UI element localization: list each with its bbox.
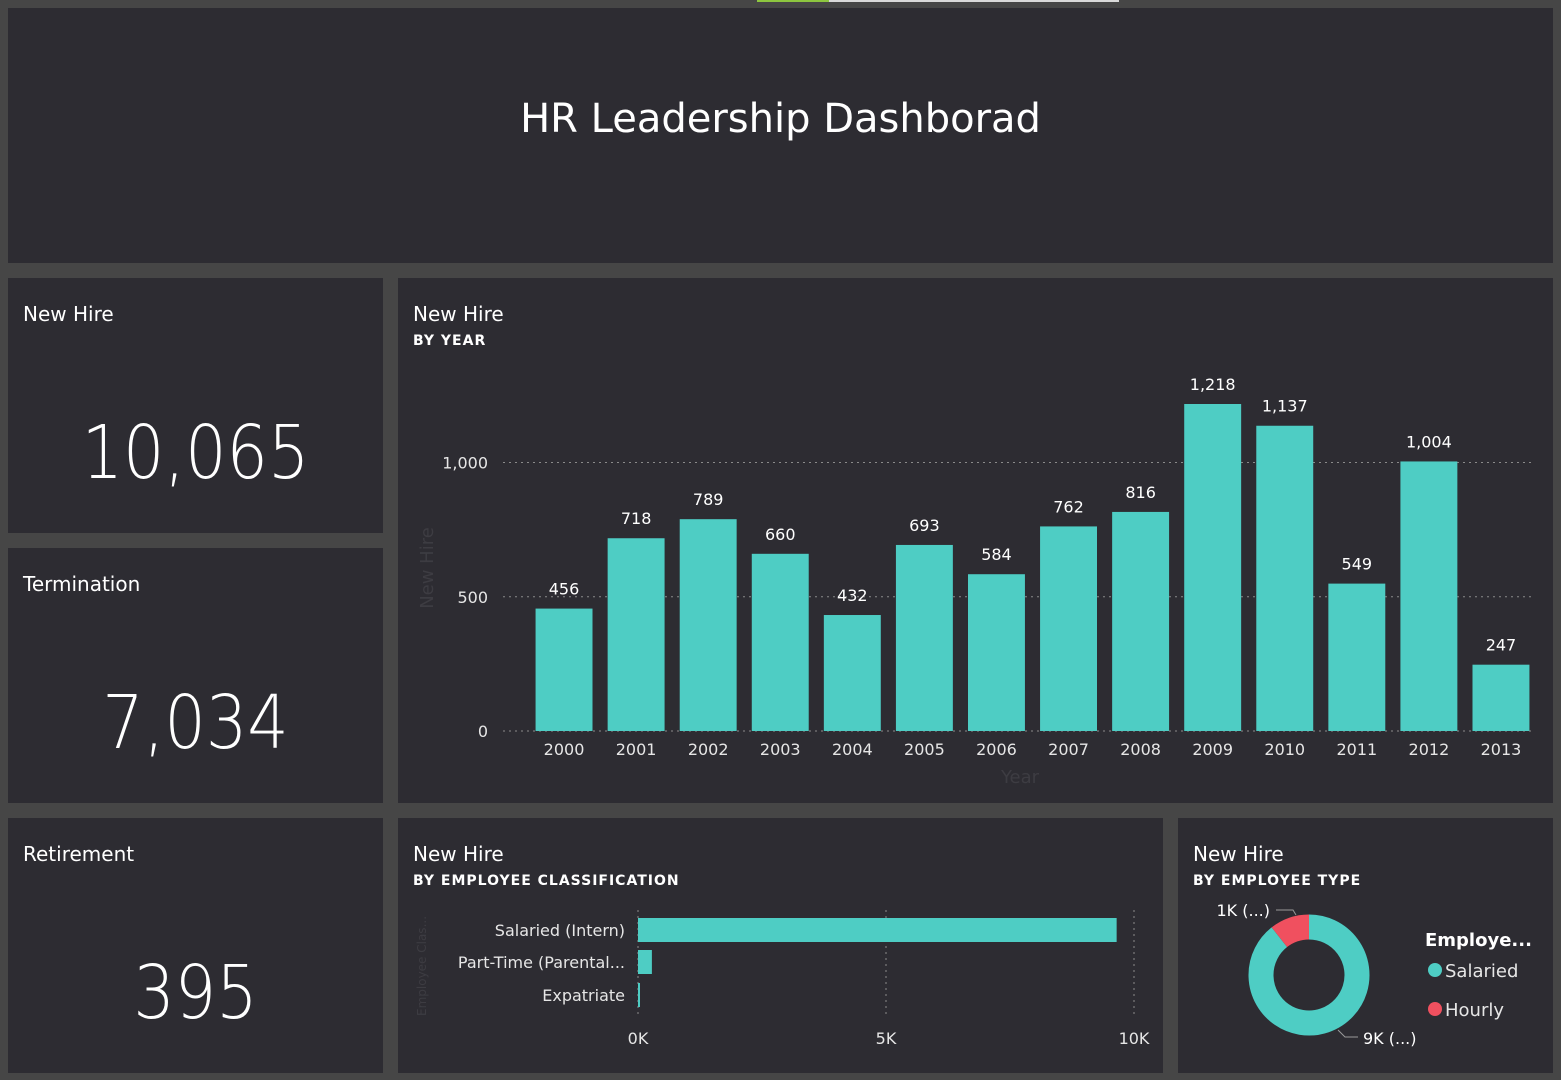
data-label: 456 [549,580,580,599]
year-bar-chart: 0 500 1,000 New Hire Year 456 2000 718 2001 789 20… [417,375,1533,788]
title-tile[interactable]: HR Leadership Dashborad [8,8,1553,263]
bar [895,544,953,731]
donut-slice [1248,914,1370,1036]
kpi-value: 10,065 [81,410,310,496]
x-tick-label: 5K [876,1029,897,1048]
legend-swatch [1428,963,1442,977]
data-label: 816 [1125,483,1156,502]
leader-line [1337,1029,1358,1038]
data-label: 549 [1342,555,1373,574]
bar [967,574,1025,731]
x-tick-label: 2010 [1264,740,1305,759]
x-tick-label: 2004 [832,740,873,759]
chart-tile-by-year[interactable]: New Hire BY YEAR 0 500 1,000 New Hire Year 45… [398,278,1553,803]
bar [823,615,881,731]
bar [638,983,640,1007]
y-axis-title: New Hire [417,527,438,609]
legend-label: Hourly [1445,1000,1504,1021]
category-label: Expatriate [542,986,625,1005]
x-tick-label: 2003 [760,740,801,759]
loading-progress-bar [757,0,1119,2]
employee-type-donut-chart: 1K (...) 9K (...) Employe... Salaried Hourly [1217,901,1532,1048]
kpi-label: New Hire [23,302,114,326]
kpi-label: Termination [23,572,141,596]
chart-tile-by-classification[interactable]: New Hire BY EMPLOYEE CLASSIFICATION 0K 5K… [398,818,1163,1073]
data-label: 718 [621,509,652,528]
bar [1040,526,1098,731]
legend-title: Employe... [1425,930,1532,951]
data-label: 1,004 [1406,432,1452,451]
bar [535,608,593,731]
data-label: 660 [765,525,796,544]
bar [1256,425,1314,731]
kpi-tile-new-hire[interactable]: New Hire 10,065 [8,278,383,533]
data-label: 584 [981,545,1012,564]
kpi-value: 395 [133,950,258,1036]
classification-bar-chart: 0K 5K 10K Employee Clas... Salaried (Intern)… [415,910,1150,1048]
bar [751,553,809,731]
x-axis-title: Year [1000,767,1040,788]
x-tick-label: 2002 [688,740,729,759]
y-axis-title: Employee Clas... [415,916,429,1016]
slice-label: 1K (...) [1217,901,1271,920]
data-label: 762 [1053,497,1084,516]
bar [638,918,1117,942]
x-tick-label: 2008 [1120,740,1161,759]
chart-tile-by-type[interactable]: New Hire BY EMPLOYEE TYPE 1K (...) 9K (..… [1178,818,1553,1073]
data-label: 432 [837,586,868,605]
bar [1112,511,1170,731]
x-tick-label: 2000 [544,740,585,759]
x-tick-label: 2001 [616,740,657,759]
slice-label: 9K (...) [1363,1029,1417,1048]
x-tick-label: 2012 [1409,740,1450,759]
legend-label: Salaried [1445,961,1518,982]
x-tick-label: 2009 [1192,740,1233,759]
bar [1472,664,1530,731]
bar [1400,461,1458,731]
legend-swatch [1428,1002,1442,1016]
bar [679,519,737,731]
x-tick-label: 2005 [904,740,945,759]
category-label: Part-Time (Parental... [458,953,625,972]
kpi-value: 7,034 [102,680,289,766]
y-tick-label: 1,000 [442,454,488,473]
loading-progress-fill [757,0,830,2]
data-label: 1,137 [1262,397,1308,416]
x-tick-label: 2006 [976,740,1017,759]
x-tick-label: 2011 [1336,740,1377,759]
category-label: Salaried (Intern) [495,921,625,940]
kpi-label: Retirement [23,842,135,866]
x-tick-label: 2013 [1481,740,1522,759]
data-label: 789 [693,490,724,509]
x-tick-label: 2007 [1048,740,1089,759]
bar [638,950,652,974]
kpi-tile-termination[interactable]: Termination 7,034 [8,548,383,803]
dashboard-title: HR Leadership Dashborad [520,96,1041,142]
bar [607,538,665,731]
bar [1328,583,1386,731]
data-label: 693 [909,516,940,535]
leader-line [1276,909,1297,916]
bar [1184,404,1242,731]
kpi-tile-retirement[interactable]: Retirement 395 [8,818,383,1073]
y-tick-label: 0 [478,722,488,741]
x-tick-label: 0K [628,1029,649,1048]
y-tick-label: 500 [457,588,488,607]
donut-slice [1271,914,1310,948]
data-label: 1,218 [1190,375,1236,394]
x-tick-label: 10K [1119,1029,1150,1048]
data-label: 247 [1486,636,1517,655]
